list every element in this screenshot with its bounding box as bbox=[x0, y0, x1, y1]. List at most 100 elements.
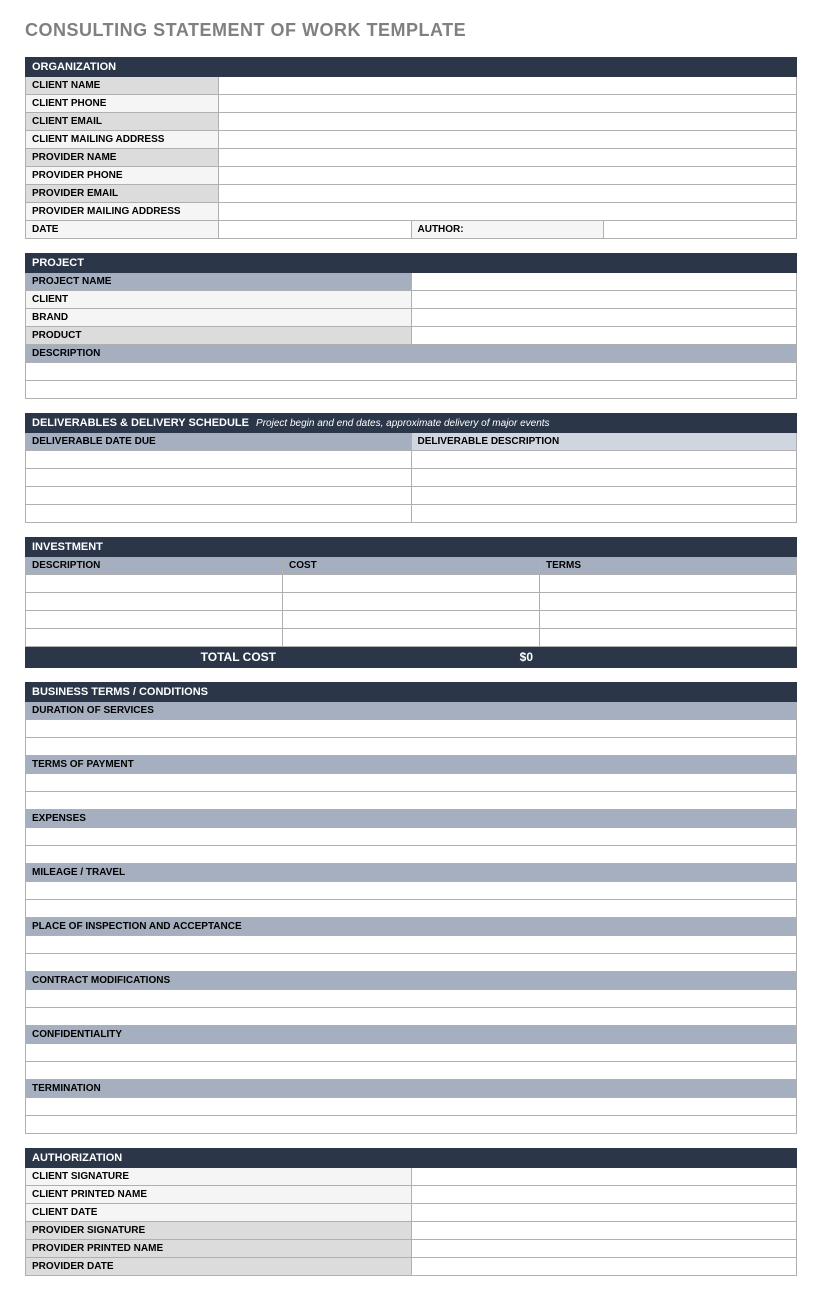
terms-item-value[interactable] bbox=[26, 774, 797, 792]
auth-label: CLIENT PRINTED NAME bbox=[26, 1186, 412, 1204]
terms-item-value[interactable] bbox=[26, 1098, 797, 1116]
terms-item-label: TERMINATION bbox=[26, 1080, 797, 1098]
organization-table: ORGANIZATION CLIENT NAME CLIENT PHONE CL… bbox=[25, 57, 797, 239]
investment-terms-header: TERMS bbox=[540, 557, 797, 575]
terms-item-label: MILEAGE / TRAVEL bbox=[26, 864, 797, 882]
inv-desc[interactable] bbox=[26, 593, 283, 611]
org-value[interactable] bbox=[218, 77, 796, 95]
org-value[interactable] bbox=[218, 203, 796, 221]
total-cost-spacer bbox=[540, 647, 797, 668]
auth-value[interactable] bbox=[411, 1258, 797, 1276]
org-label: CLIENT EMAIL bbox=[26, 113, 219, 131]
org-value[interactable] bbox=[218, 131, 796, 149]
document-title: CONSULTING STATEMENT OF WORK TEMPLATE bbox=[25, 20, 797, 41]
org-label: CLIENT MAILING ADDRESS bbox=[26, 131, 219, 149]
investment-table: INVESTMENT DESCRIPTION COST TERMS TOTAL … bbox=[25, 537, 797, 668]
deliverables-header-text: DELIVERABLES & DELIVERY SCHEDULE bbox=[32, 417, 249, 429]
project-header: PROJECT bbox=[26, 254, 797, 273]
project-label: PRODUCT bbox=[26, 327, 412, 345]
investment-cost-header: COST bbox=[283, 557, 540, 575]
investment-header: INVESTMENT bbox=[26, 538, 797, 557]
terms-item-label: PLACE OF INSPECTION AND ACCEPTANCE bbox=[26, 918, 797, 936]
terms-item-value[interactable] bbox=[26, 1116, 797, 1134]
inv-terms[interactable] bbox=[540, 629, 797, 647]
auth-value[interactable] bbox=[411, 1240, 797, 1258]
author-value[interactable] bbox=[604, 221, 797, 239]
terms-item-value[interactable] bbox=[26, 846, 797, 864]
auth-label: PROVIDER DATE bbox=[26, 1258, 412, 1276]
deliverable-date-header: DELIVERABLE DATE DUE bbox=[26, 433, 412, 451]
terms-item-label: EXPENSES bbox=[26, 810, 797, 828]
deliverable-date-cell[interactable] bbox=[26, 469, 412, 487]
date-value[interactable] bbox=[218, 221, 411, 239]
inv-terms[interactable] bbox=[540, 575, 797, 593]
inv-terms[interactable] bbox=[540, 593, 797, 611]
inv-cost[interactable] bbox=[283, 611, 540, 629]
terms-item-value[interactable] bbox=[26, 1062, 797, 1080]
terms-item-value[interactable] bbox=[26, 1044, 797, 1062]
total-cost-value: $0 bbox=[283, 647, 540, 668]
org-label: CLIENT PHONE bbox=[26, 95, 219, 113]
project-label: PROJECT NAME bbox=[26, 273, 412, 291]
deliverables-hint: Project begin and end dates, approximate… bbox=[256, 418, 550, 429]
project-table: PROJECT PROJECT NAME CLIENT BRAND PRODUC… bbox=[25, 253, 797, 399]
organization-header: ORGANIZATION bbox=[26, 58, 797, 77]
terms-item-value[interactable] bbox=[26, 738, 797, 756]
deliverable-desc-header: DELIVERABLE DESCRIPTION bbox=[411, 433, 797, 451]
deliverable-date-cell[interactable] bbox=[26, 505, 412, 523]
auth-value[interactable] bbox=[411, 1222, 797, 1240]
deliverable-desc-cell[interactable] bbox=[411, 469, 797, 487]
description-value[interactable] bbox=[26, 381, 797, 399]
inv-cost[interactable] bbox=[283, 629, 540, 647]
org-value[interactable] bbox=[218, 167, 796, 185]
project-label: BRAND bbox=[26, 309, 412, 327]
org-value[interactable] bbox=[218, 185, 796, 203]
org-value[interactable] bbox=[218, 95, 796, 113]
project-value[interactable] bbox=[411, 291, 797, 309]
auth-label: PROVIDER PRINTED NAME bbox=[26, 1240, 412, 1258]
deliverable-desc-cell[interactable] bbox=[411, 505, 797, 523]
terms-item-label: DURATION OF SERVICES bbox=[26, 702, 797, 720]
terms-item-value[interactable] bbox=[26, 900, 797, 918]
terms-item-value[interactable] bbox=[26, 828, 797, 846]
terms-item-label: TERMS OF PAYMENT bbox=[26, 756, 797, 774]
description-label: DESCRIPTION bbox=[26, 345, 797, 363]
investment-desc-header: DESCRIPTION bbox=[26, 557, 283, 575]
deliverable-date-cell[interactable] bbox=[26, 451, 412, 469]
org-label: PROVIDER MAILING ADDRESS bbox=[26, 203, 219, 221]
deliverable-desc-cell[interactable] bbox=[411, 451, 797, 469]
terms-item-value[interactable] bbox=[26, 954, 797, 972]
auth-value[interactable] bbox=[411, 1168, 797, 1186]
inv-cost[interactable] bbox=[283, 593, 540, 611]
terms-item-value[interactable] bbox=[26, 720, 797, 738]
inv-cost[interactable] bbox=[283, 575, 540, 593]
auth-label: CLIENT SIGNATURE bbox=[26, 1168, 412, 1186]
org-label: CLIENT NAME bbox=[26, 77, 219, 95]
project-value[interactable] bbox=[411, 309, 797, 327]
description-value[interactable] bbox=[26, 363, 797, 381]
org-value[interactable] bbox=[218, 149, 796, 167]
org-label: PROVIDER NAME bbox=[26, 149, 219, 167]
terms-item-value[interactable] bbox=[26, 936, 797, 954]
project-label: CLIENT bbox=[26, 291, 412, 309]
inv-terms[interactable] bbox=[540, 611, 797, 629]
terms-item-label: CONTRACT MODIFICATIONS bbox=[26, 972, 797, 990]
org-value[interactable] bbox=[218, 113, 796, 131]
terms-header: BUSINESS TERMS / CONDITIONS bbox=[26, 683, 797, 702]
terms-item-value[interactable] bbox=[26, 792, 797, 810]
authorization-header: AUTHORIZATION bbox=[26, 1149, 797, 1168]
project-value[interactable] bbox=[411, 327, 797, 345]
inv-desc[interactable] bbox=[26, 611, 283, 629]
terms-item-value[interactable] bbox=[26, 882, 797, 900]
inv-desc[interactable] bbox=[26, 629, 283, 647]
deliverable-desc-cell[interactable] bbox=[411, 487, 797, 505]
deliverable-date-cell[interactable] bbox=[26, 487, 412, 505]
auth-value[interactable] bbox=[411, 1204, 797, 1222]
project-value[interactable] bbox=[411, 273, 797, 291]
terms-item-value[interactable] bbox=[26, 990, 797, 1008]
inv-desc[interactable] bbox=[26, 575, 283, 593]
terms-item-value[interactable] bbox=[26, 1008, 797, 1026]
auth-value[interactable] bbox=[411, 1186, 797, 1204]
auth-label: PROVIDER SIGNATURE bbox=[26, 1222, 412, 1240]
terms-table: BUSINESS TERMS / CONDITIONS DURATION OF … bbox=[25, 682, 797, 1134]
